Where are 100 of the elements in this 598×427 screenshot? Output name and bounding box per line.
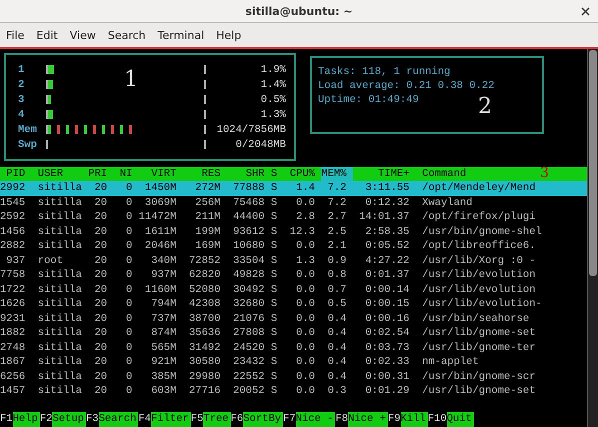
table-cell-text: 0 — [125, 355, 134, 370]
function-label[interactable]: Help — [12, 412, 40, 427]
table-cell-text: sitilla — [36, 370, 83, 384]
function-label[interactable]: Search — [98, 412, 138, 427]
table-cell-text: S — [270, 210, 278, 224]
table-cell-text: 42308 — [188, 297, 222, 312]
table-cell-text: 1457 — [0, 384, 26, 398]
table-cell-text: 0.0 — [295, 282, 316, 297]
function-key[interactable]: F3 — [86, 412, 99, 427]
column-header[interactable]: PID — [0, 167, 32, 181]
function-key[interactable]: F9 — [388, 412, 400, 427]
process-row[interactable]: 1867 sitilla 20 0 921M 30580 23432 S 0.0 0.4 0:02.33 nm-applet — [0, 355, 587, 370]
table-cell-text: S — [270, 268, 278, 282]
callout-number: 1 — [124, 69, 138, 91]
function-label[interactable]: Quit — [446, 412, 474, 427]
function-key[interactable]: F2 — [40, 412, 52, 427]
table-cell-text: 2592 — [0, 210, 26, 224]
table-cell-text: 31492 — [188, 340, 222, 355]
close-button[interactable] — [579, 5, 592, 18]
table-cell-text: S — [270, 326, 278, 340]
table-cell-text: 0 — [125, 254, 134, 268]
function-label[interactable]: Setup — [52, 412, 86, 427]
process-row[interactable]: 6256 sitilla 20 0 385M 29980 22552 S 0.0 0.4 0:00.31 /usr/bin/gnome-scr — [0, 370, 587, 384]
table-cell-text: 1.3 — [295, 254, 316, 268]
column-header[interactable]: NI — [113, 167, 139, 181]
function-key[interactable]: F7 — [283, 412, 296, 427]
callout-number: 2 — [478, 96, 492, 118]
process-row[interactable]: 2992 sitilla 20 0 1450M 272M 77888 S 1.4 7.2 3:11.55 /opt/Mendeley/Mend — [0, 181, 587, 196]
process-row[interactable]: 2748 sitilla 20 0 565M 31492 24520 S 0.0 0.4 0:03.73 /usr/lib/gnome-ter — [0, 340, 587, 355]
process-row[interactable]: 1457 sitilla 20 0 603M 27716 20052 S 0.0 0.3 0:01.29 /usr/lib/gnome-set — [0, 384, 587, 398]
table-cell-text: 12.3 — [288, 224, 316, 239]
table-cell-text: 32680 — [232, 297, 266, 312]
function-label[interactable]: Nice - — [296, 412, 336, 427]
function-label[interactable]: Tree — [203, 412, 231, 427]
menu-item[interactable]: View — [70, 28, 96, 42]
function-key[interactable]: F5 — [190, 412, 204, 427]
process-row[interactable]: 9231 sitilla 20 0 737M 38700 21076 S 0.0 0.4 0:00.16 /usr/bin/seahorse — [0, 312, 587, 326]
process-row[interactable]: 1626 sitilla 20 0 794M 42308 32680 S 0.0 0.5 0:00.15 /usr/lib/evolution- — [0, 297, 587, 312]
table-cell-text: 256M — [194, 196, 222, 210]
function-key[interactable]: F8 — [335, 412, 348, 427]
menu-item[interactable]: Help — [216, 28, 242, 42]
table-cell-text: 0 — [125, 312, 134, 326]
table-cell-text: 794M — [150, 297, 178, 312]
table-cell-text: 0.4 — [326, 370, 348, 384]
column-header[interactable]: USER — [32, 167, 88, 181]
summary-line: Load average: 0.21 0.38 0.22 — [318, 80, 494, 92]
process-row[interactable]: 1545 sitilla 20 0 3069M 256M 75468 S 0.0 7.2 0:12.32 Xwayland — [0, 196, 587, 210]
column-header[interactable]: MEM% — [321, 167, 353, 181]
meter-value: 1.4% — [260, 78, 286, 90]
column-header[interactable]: RES — [182, 167, 227, 181]
column-header[interactable]: S — [270, 167, 284, 181]
column-header[interactable]: PRI — [88, 167, 114, 181]
process-row[interactable]: 2882 sitilla 20 0 2046M 169M 10680 S 0.0 2.1 0:05.52 /opt/libreoffice6. — [0, 239, 587, 254]
table-cell-text: 921M — [150, 355, 178, 370]
column-header[interactable]: TIME+ — [352, 167, 416, 181]
scrollbar-thumb[interactable] — [589, 50, 597, 276]
menu-item[interactable]: Edit — [36, 28, 58, 42]
menu-item[interactable]: Terminal — [158, 28, 204, 42]
meter-value: 0/2048MB — [234, 138, 286, 150]
process-row[interactable]: 7758 sitilla 20 0 937M 62820 49828 S 0.0 0.8 0:01.37 /usr/lib/evolution — [0, 268, 587, 282]
table-cell-text: sitilla — [36, 239, 83, 254]
process-row[interactable]: 1722 sitilla 20 0 1160M 52080 30492 S 0.0 0.7 0:00.14 /usr/lib/evolution — [0, 282, 587, 297]
table-cell-text: Xwayland — [421, 196, 474, 210]
function-label[interactable]: Filter — [150, 412, 191, 427]
table-cell-text: 3069M — [144, 196, 178, 210]
process-row[interactable]: 937 root 20 0 340M 72852 33504 S 1.3 0.9 4:27.22 /usr/lib/Xorg :0 - — [0, 254, 587, 268]
menu-item[interactable]: Search — [108, 28, 146, 42]
process-row[interactable]: 1882 sitilla 20 0 874M 35636 27808 S 0.0 0.4 0:02.54 /usr/lib/gnome-set — [0, 326, 587, 340]
process-row[interactable]: 1456 sitilla 20 0 1611M 199M 93612 S 12.3 2.5 2:58.35 /usr/bin/gnome-shel — [0, 224, 587, 239]
table-cell-text: 1626 — [0, 297, 26, 312]
table-cell-text: sitilla — [36, 384, 83, 398]
function-key[interactable]: F6 — [230, 412, 244, 427]
table-cell-text: /opt/libreoffice6. — [421, 239, 536, 254]
table-cell-text: 35636 — [188, 326, 222, 340]
table-cell-text: sitilla — [36, 210, 83, 224]
function-key[interactable]: F4 — [138, 412, 151, 427]
process-row[interactable]: 2592 sitilla 20 0 11472M 211M 44400 S 2.8 2.7 14:01.37 /opt/firefox/plugi — [0, 210, 587, 224]
column-header[interactable]: SHR — [226, 167, 271, 181]
table-cell-text: 20 — [94, 312, 108, 326]
scrollbar[interactable] — [587, 49, 598, 427]
function-label[interactable]: Nice + — [348, 412, 388, 427]
meter-label: 2 — [18, 78, 26, 90]
function-label[interactable]: Kill — [400, 412, 428, 427]
menu-item[interactable]: File — [6, 28, 24, 42]
function-label[interactable]: SortBy — [243, 412, 284, 427]
table-cell-text: 2.1 — [326, 239, 348, 254]
table-cell-text: 30580 — [188, 355, 222, 370]
column-header[interactable]: VIRT — [138, 167, 183, 181]
table-cell-text: 0.0 — [295, 196, 316, 210]
table-cell-text: 0 — [125, 297, 134, 312]
function-key[interactable]: F1 — [0, 412, 13, 427]
table-cell-text: 2992 — [0, 181, 26, 196]
table-cell-text: 0.0 — [295, 312, 316, 326]
table-cell-text: S — [270, 224, 278, 239]
table-cell-text: 49828 — [232, 268, 266, 282]
table-cell-text: 2748 — [0, 340, 26, 355]
column-header[interactable]: CPU% — [283, 167, 322, 181]
column-header[interactable]: Command — [416, 167, 472, 181]
table-cell-text: 20 — [94, 268, 108, 282]
function-key[interactable]: F10 — [428, 412, 447, 427]
